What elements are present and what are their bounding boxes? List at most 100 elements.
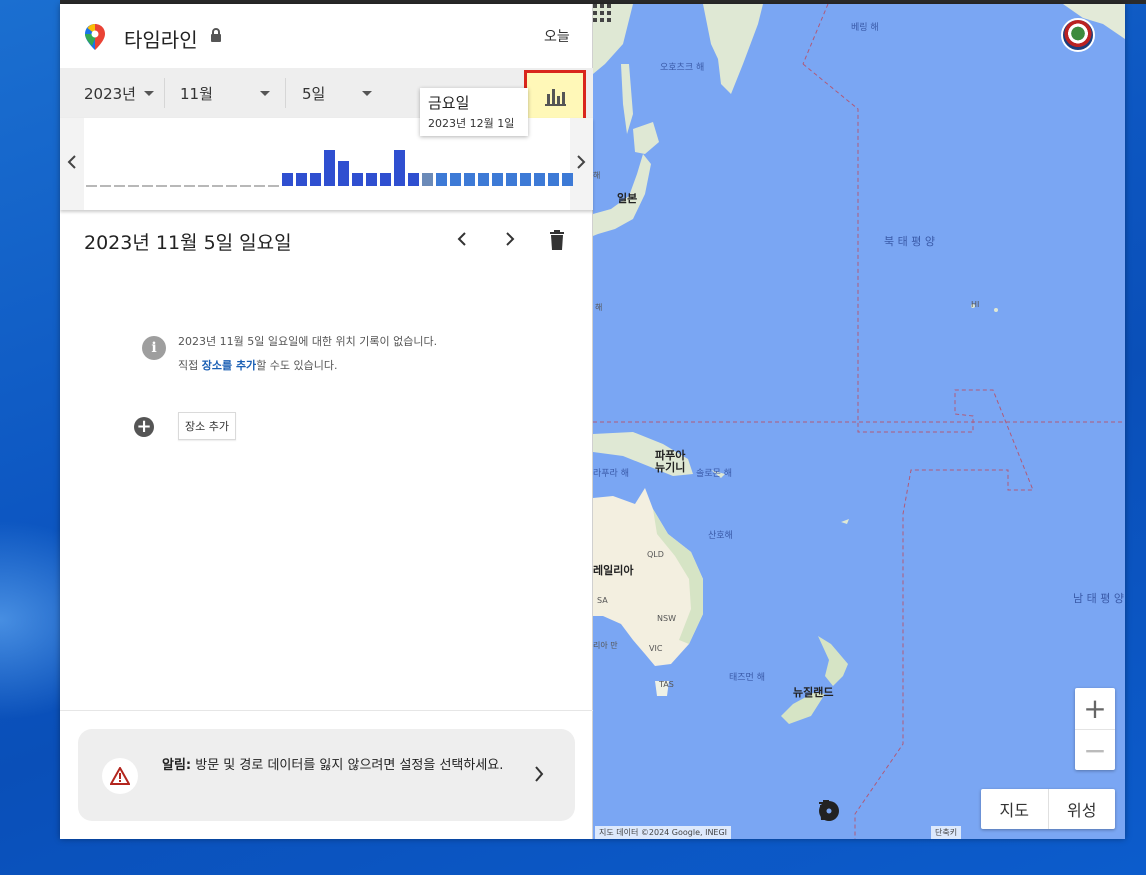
map-label-sea2: 해 [595, 303, 603, 312]
add-place-button[interactable]: 장소 추가 [178, 412, 236, 440]
map-label-south-pacific: 남 태 평 양 [1073, 592, 1124, 605]
trash-icon[interactable] [549, 230, 565, 250]
histogram-next-button[interactable] [576, 154, 586, 173]
histogram-prev-button[interactable] [67, 154, 77, 173]
map-attribution: 지도 데이터 ©2024 Google, INEGI [595, 826, 732, 839]
histogram-day-bar[interactable] [562, 173, 573, 186]
histogram-day-empty[interactable] [198, 185, 209, 187]
map-canvas[interactable]: 베링 해 오호츠크 해 일본 해 해 북 태 평 양 HI 파푸아 뉴기니 라푸… [593, 4, 1125, 839]
gear-icon[interactable] [818, 800, 840, 822]
histogram-day-empty[interactable] [240, 185, 251, 187]
map-label-vic: VIC [649, 644, 663, 653]
caret-down-icon [260, 90, 270, 96]
chevron-left-icon [67, 155, 76, 169]
info-icon: i [142, 336, 166, 360]
month-select[interactable]: 11월 [180, 68, 270, 118]
histogram-day-empty[interactable] [212, 185, 223, 187]
selected-date-title: 2023년 11월 5일 일요일 [84, 232, 292, 254]
histogram-day-bar[interactable] [534, 173, 545, 186]
map-type-control: 지도 위성 [981, 789, 1115, 829]
bar-chart-icon [545, 89, 566, 106]
keyboard-shortcuts-link[interactable]: 단축키 [931, 826, 962, 839]
histogram-day-empty[interactable] [114, 185, 125, 187]
tooltip-day: 금요일 [428, 94, 470, 112]
zoom-control: + − [1075, 688, 1115, 770]
avatar[interactable] [1061, 18, 1095, 52]
histogram-day-bar[interactable] [450, 173, 461, 186]
histogram-day-bar[interactable] [436, 173, 447, 186]
year-select-value: 2023년 [84, 84, 136, 103]
map-type-map-button[interactable]: 지도 [981, 789, 1048, 829]
divider [164, 78, 165, 108]
histogram-day-bar[interactable] [352, 173, 363, 186]
today-button[interactable]: 오늘 [544, 26, 570, 46]
histogram-day-bar[interactable] [506, 173, 517, 186]
histogram-day-empty[interactable] [128, 185, 139, 187]
map-label-nz: 뉴질랜드 [793, 686, 834, 699]
map-label-nsw: NSW [657, 614, 676, 623]
histogram-day-bar[interactable] [520, 173, 531, 186]
year-select[interactable]: 2023년 [84, 68, 154, 118]
histogram-day-empty[interactable] [254, 185, 265, 187]
timeline-panel: 타임라인 오늘 2023년 11월 5일 금요일 2023년 12월 1일 20… [60, 4, 593, 839]
caret-down-icon [143, 90, 154, 96]
empty-day-message: 2023년 11월 5일 일요일에 대한 위치 기록이 없습니다. 직접 장소를… [178, 330, 437, 378]
chevron-left-icon[interactable] [456, 230, 468, 248]
histogram-day-empty[interactable] [184, 185, 195, 187]
map-label-north-pacific: 북 태 평 양 [884, 235, 935, 248]
map-label-japan: 일본 [617, 192, 638, 205]
chevron-right-icon[interactable] [504, 230, 516, 248]
histogram-day-bar[interactable] [282, 173, 293, 186]
histogram-day-bar[interactable] [324, 150, 335, 186]
lock-icon [211, 28, 221, 42]
panel-header: 타임라인 오늘 [60, 4, 593, 68]
map-type-satellite-button[interactable]: 위성 [1047, 789, 1116, 829]
map-label-okhotsk: 오호츠크 해 [660, 63, 705, 73]
zoom-out-button[interactable]: − [1075, 729, 1115, 770]
map-label-tasman: 태즈먼 해 [729, 673, 765, 683]
histogram-day-bar[interactable] [464, 173, 475, 186]
add-place-link[interactable]: 장소를 추가 [202, 359, 256, 372]
histogram-day-bar[interactable] [366, 173, 377, 186]
histogram-day-bar[interactable] [408, 173, 419, 186]
add-circle-icon[interactable]: + [134, 417, 154, 437]
histogram-day-bar[interactable] [310, 173, 321, 186]
map-label-sa: SA [597, 596, 608, 605]
histogram-day-empty[interactable] [86, 185, 97, 187]
histogram-day-bar[interactable] [380, 173, 391, 186]
day-select-value: 5일 [302, 84, 326, 103]
histogram-day-bar[interactable] [492, 173, 503, 186]
histogram-day-bar[interactable] [394, 150, 405, 186]
map-label-solomon: 솔로몬 해 [696, 469, 732, 479]
histogram-day-empty[interactable] [142, 185, 153, 187]
caret-down-icon [362, 90, 372, 96]
settings-alert-card[interactable]: 알림: 방문 및 경로 데이터를 잃지 않으려면 설정을 선택하세요. [78, 729, 575, 821]
day-select[interactable]: 5일 [302, 68, 372, 118]
histogram-toggle-button[interactable] [524, 70, 586, 122]
histogram-day-empty[interactable] [268, 185, 279, 187]
histogram-day-bar[interactable] [422, 173, 433, 186]
histogram-day-bar[interactable] [548, 173, 559, 186]
histogram-day-empty[interactable] [170, 185, 181, 187]
map-label-bering: 베링 해 [851, 23, 879, 33]
apps-grid-icon[interactable] [593, 4, 611, 22]
alert-message: 알림: 방문 및 경로 데이터를 잃지 않으려면 설정을 선택하세요. [162, 755, 512, 777]
histogram-day-bar[interactable] [296, 173, 307, 186]
histogram-day-empty[interactable] [226, 185, 237, 187]
empty-message-suffix: 할 수도 있습니다. [256, 359, 338, 372]
warning-icon-container [102, 758, 138, 794]
zoom-in-button[interactable]: + [1075, 688, 1115, 729]
empty-message-line2: 직접 장소를 추가할 수도 있습니다. [178, 354, 437, 378]
map-label-sea1: 해 [593, 171, 601, 180]
tooltip-date: 2023년 12월 1일 [428, 117, 515, 130]
map-geography [593, 4, 1125, 839]
browser-window: 베링 해 오호츠크 해 일본 해 해 북 태 평 양 HI 파푸아 뉴기니 라푸… [60, 4, 1125, 839]
histogram-day-bar[interactable] [478, 173, 489, 186]
histogram-day-empty[interactable] [100, 185, 111, 187]
histogram-day-bar[interactable] [338, 161, 349, 186]
warning-icon [110, 767, 130, 785]
histogram-day-empty[interactable] [156, 185, 167, 187]
divider [60, 710, 593, 711]
divider [285, 78, 286, 108]
map-label-arafura: 라푸라 해 [593, 469, 629, 479]
